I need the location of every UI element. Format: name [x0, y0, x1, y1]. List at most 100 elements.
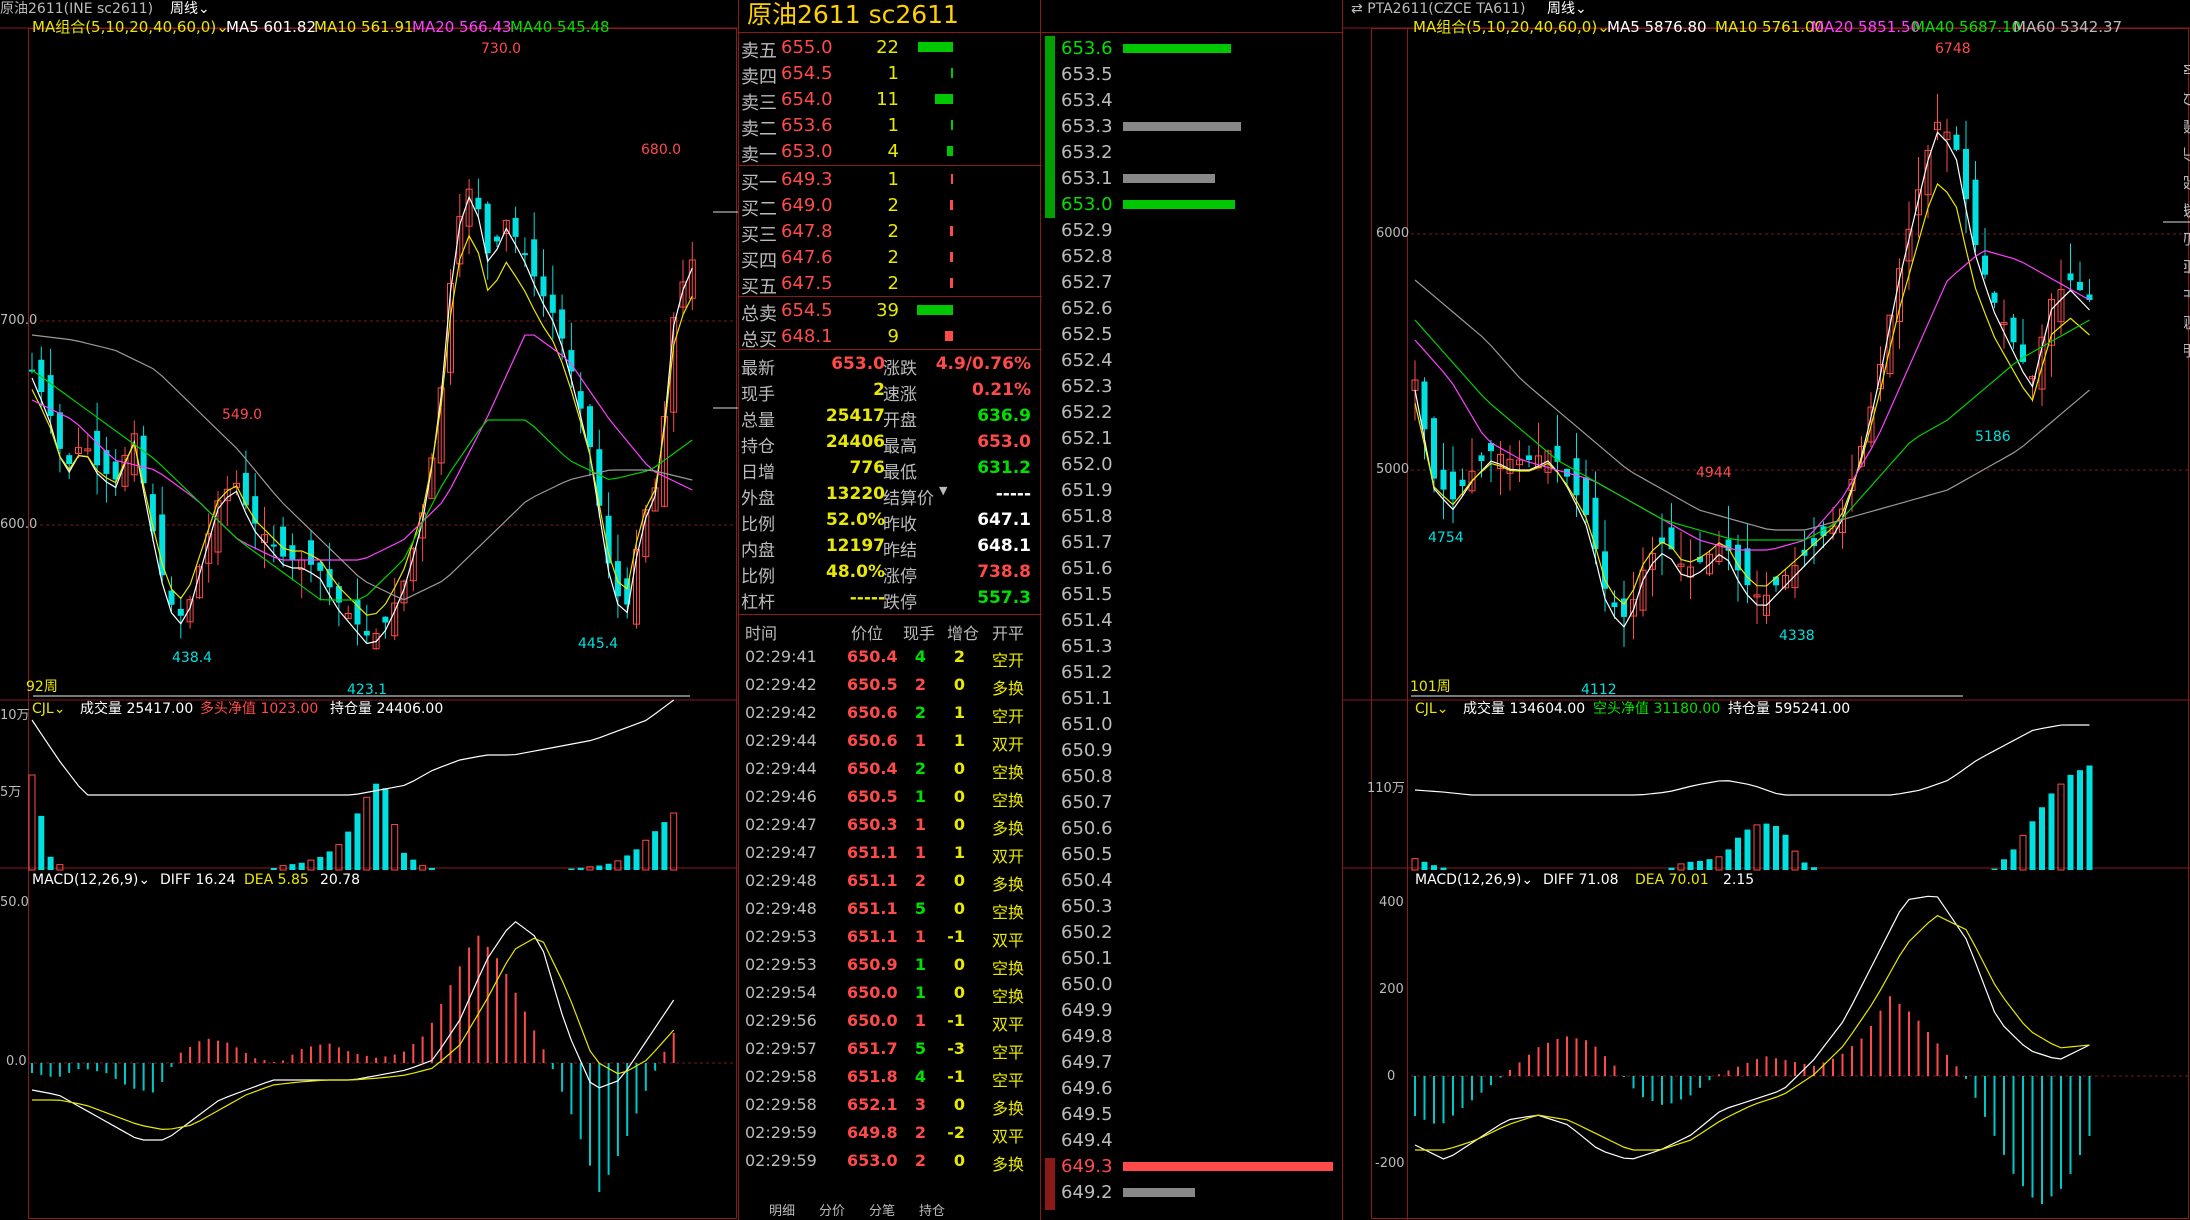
- ladder-row[interactable]: 650.2: [1059, 920, 1343, 946]
- tick-row[interactable]: 02:29:57 651.7 5 -3 空平: [739, 1034, 1039, 1062]
- ladder-row[interactable]: 652.7: [1059, 270, 1343, 296]
- ladder-row[interactable]: 651.1: [1059, 686, 1343, 712]
- ladder-row[interactable]: 650.9: [1059, 738, 1343, 764]
- left-chart-panel[interactable]: 原油2611(INE sc2611) 周线⌄ MA组合(5,10,20,40,6…: [0, 0, 738, 1220]
- left-vol-dropdown[interactable]: CJL⌄: [32, 702, 65, 716]
- tick-row[interactable]: 02:29:42 650.6 2 1 空开: [739, 698, 1039, 726]
- tab-1[interactable]: 分价: [819, 1204, 845, 1220]
- bid-level-volume: 2: [887, 195, 899, 216]
- ladder-row[interactable]: 649.6: [1059, 1076, 1343, 1102]
- total-row: 总卖 654.5 39: [739, 297, 1039, 325]
- ladder-row[interactable]: 653.5: [1059, 62, 1343, 88]
- ladder-row[interactable]: 653.1: [1059, 166, 1343, 192]
- ladder-row[interactable]: 650.1: [1059, 946, 1343, 972]
- ladder-row[interactable]: 649.5: [1059, 1102, 1343, 1128]
- right-vol-dropdown[interactable]: CJL⌄: [1415, 702, 1448, 716]
- stat-row-left: 持仓 24406: [739, 429, 889, 457]
- candle-body: [531, 239, 538, 277]
- tab-0[interactable]: 明细: [769, 1204, 795, 1220]
- tick-row[interactable]: 02:29:42 650.5 2 0 多换: [739, 670, 1039, 698]
- tick-row[interactable]: 02:29:44 650.4 2 0 空换: [739, 754, 1039, 782]
- ladder-row[interactable]: 650.5: [1059, 842, 1343, 868]
- tick-row[interactable]: 02:29:53 651.1 1 -1 双平: [739, 922, 1039, 950]
- ladder-row[interactable]: 652.0: [1059, 452, 1343, 478]
- stat-row-right[interactable]: 结算价 ▼ -----: [881, 481, 1039, 509]
- tick-row[interactable]: 02:29:56 650.0 1 -1 双平: [739, 1006, 1039, 1034]
- ladder-row[interactable]: 651.4: [1059, 608, 1343, 634]
- tick-row[interactable]: 02:29:47 650.3 1 0 多换: [739, 810, 1039, 838]
- tick-row[interactable]: 02:29:41 650.4 4 2 空开: [739, 642, 1039, 670]
- ladder-row[interactable]: 650.6: [1059, 816, 1343, 842]
- tick-row[interactable]: 02:29:44 650.6 1 1 双开: [739, 726, 1039, 754]
- ladder-row[interactable]: 652.6: [1059, 296, 1343, 322]
- right-period-label: 周线: [1547, 1, 1575, 17]
- ladder-row[interactable]: 651.6: [1059, 556, 1343, 582]
- tick-row[interactable]: 02:29:58 651.8 4 -1 空平: [739, 1062, 1039, 1090]
- ladder-row[interactable]: 651.2: [1059, 660, 1343, 686]
- ladder-row[interactable]: 651.8: [1059, 504, 1343, 530]
- ladder-row[interactable]: 650.3: [1059, 894, 1343, 920]
- ladder-row[interactable]: 649.8: [1059, 1024, 1343, 1050]
- left-ma-group-dropdown[interactable]: MA组合(5,10,20,40,60,0)⌄: [32, 20, 229, 35]
- ladder-row[interactable]: 652.1: [1059, 426, 1343, 452]
- ladder-row[interactable]: 651.9: [1059, 478, 1343, 504]
- tick-row[interactable]: 02:29:59 649.8 2 -2 双平: [739, 1118, 1039, 1146]
- ladder-row[interactable]: 653.3: [1059, 114, 1343, 140]
- tick-row[interactable]: 02:29:54 650.0 1 0 空换: [739, 978, 1039, 1006]
- tick-oi-change: 0: [953, 675, 965, 694]
- right-ma-group-dropdown[interactable]: MA组合(5,10,20,40,60,0)⌄: [1413, 20, 1610, 35]
- chevron-down-icon: ⌄: [138, 872, 151, 888]
- left-vol-oi: 持仓量 24406.00: [330, 701, 444, 717]
- left-macd-diff: DIFF 16.24: [160, 872, 236, 888]
- candle-body: [289, 545, 296, 560]
- ladder-row[interactable]: 652.2: [1059, 400, 1343, 426]
- tick-row[interactable]: 02:29:59 653.0 2 0 多换: [739, 1146, 1039, 1174]
- ladder-row[interactable]: 652.3: [1059, 374, 1343, 400]
- tick-row[interactable]: 02:29:53 650.9 1 0 空换: [739, 950, 1039, 978]
- ladder-row[interactable]: 653.0: [1059, 192, 1343, 218]
- ladder-row[interactable]: 650.7: [1059, 790, 1343, 816]
- ladder-row[interactable]: 651.7: [1059, 530, 1343, 556]
- left-period-dropdown[interactable]: 周线⌄: [170, 2, 210, 16]
- ladder-row[interactable]: 651.0: [1059, 712, 1343, 738]
- tick-header: 时间 价位 现手 增仓 开平: [739, 616, 1042, 643]
- ladder-row[interactable]: 652.9: [1059, 218, 1343, 244]
- right-macd-dropdown[interactable]: MACD(12,26,9)⌄: [1415, 873, 1533, 887]
- left-macd-dropdown[interactable]: MACD(12,26,9)⌄: [32, 873, 150, 887]
- stat-row-right: 昨结 648.1: [881, 533, 1039, 561]
- left-low-label-2: 423.1: [347, 682, 388, 698]
- ladder-row[interactable]: 652.8: [1059, 244, 1343, 270]
- ladder-row[interactable]: 653.2: [1059, 140, 1343, 166]
- bid-level-row: 买二 649.0 2: [739, 192, 1039, 220]
- ladder-row[interactable]: 649.3: [1059, 1154, 1343, 1180]
- ladder-row[interactable]: 651.5: [1059, 582, 1343, 608]
- ladder-row[interactable]: 649.4: [1059, 1128, 1343, 1154]
- ladder-row[interactable]: 649.9: [1059, 998, 1343, 1024]
- tab-3[interactable]: 持仓: [919, 1204, 945, 1220]
- ladder-row[interactable]: 653.4: [1059, 88, 1343, 114]
- ask-level-price: 654.0: [781, 89, 833, 110]
- ladder-row[interactable]: 653.6: [1059, 36, 1343, 62]
- tick-row[interactable]: 02:29:46 650.5 1 0 空换: [739, 782, 1039, 810]
- right-chart-panel[interactable]: ⇄ PTA2611(CZCE TA611) 周线⌄ MA组合(5,10,20,4…: [1343, 0, 2190, 1220]
- price-ladder-panel[interactable]: 653.6 653.5 653.4 653.3 653.2 653.1 653.0 652.9…: [1041, 0, 1343, 1220]
- tick-row[interactable]: 02:29:48 651.1 2 0 多换: [739, 866, 1039, 894]
- tick-oi-change: -1: [947, 927, 965, 946]
- tab-2[interactable]: 分笔: [869, 1204, 895, 1220]
- tick-row[interactable]: 02:29:47 651.1 1 1 双开: [739, 838, 1039, 866]
- tick-time: 02:29:58: [745, 1095, 817, 1114]
- volume-bar: [270, 867, 277, 870]
- ladder-row[interactable]: 649.2: [1059, 1180, 1343, 1206]
- tick-row[interactable]: 02:29:48 651.1 5 0 空换: [739, 894, 1039, 922]
- ladder-row[interactable]: 651.3: [1059, 634, 1343, 660]
- ladder-row[interactable]: 650.0: [1059, 972, 1343, 998]
- ladder-row[interactable]: 652.5: [1059, 322, 1343, 348]
- tick-list[interactable]: 02:29:41 650.4 4 2 空开 02:29:42 650.5 2 0 多换 02:29:…: [739, 642, 1042, 1202]
- right-period-dropdown[interactable]: 周线⌄: [1547, 2, 1587, 16]
- ladder-row[interactable]: 650.4: [1059, 868, 1343, 894]
- ladder-row[interactable]: 649.7: [1059, 1050, 1343, 1076]
- tick-row[interactable]: 02:29:58 652.1 3 0 多换: [739, 1090, 1039, 1118]
- total-row: 总买 648.1 9: [739, 323, 1039, 351]
- ladder-row[interactable]: 650.8: [1059, 764, 1343, 790]
- ladder-row[interactable]: 652.4: [1059, 348, 1343, 374]
